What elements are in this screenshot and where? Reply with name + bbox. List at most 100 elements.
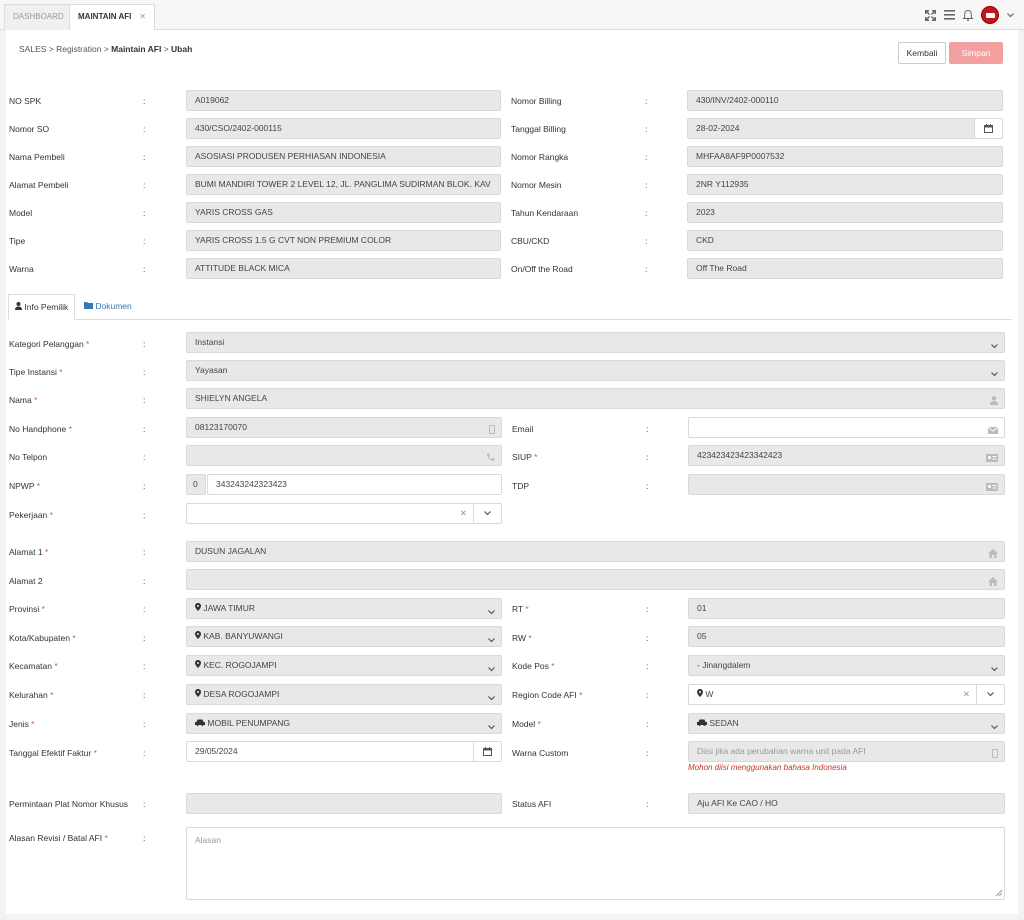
tab-maintain-afi[interactable]: MAINTAIN AFI ✕ bbox=[69, 4, 156, 30]
label-tanggal-billing: Tanggal Billing bbox=[511, 124, 566, 134]
breadcrumb-maintain-afi[interactable]: Maintain AFI bbox=[111, 44, 161, 54]
clear-icon[interactable]: ✕ bbox=[460, 504, 467, 523]
save-button[interactable]: Simpan bbox=[949, 42, 1003, 64]
calendar-icon[interactable] bbox=[473, 742, 501, 761]
nomor-so-field: 430/CSO/2402-000115 bbox=[186, 118, 501, 139]
label-no-telpon: No Telpon bbox=[9, 452, 48, 462]
model-field: YARIS CROSS GAS bbox=[186, 202, 501, 223]
fullscreen-icon[interactable] bbox=[925, 9, 936, 21]
rt-field: 01 bbox=[688, 598, 1005, 619]
top-bar: DASHBOARD MAINTAIN AFI ✕ bbox=[0, 0, 1024, 30]
label-nama: Nama * bbox=[9, 395, 38, 405]
tab-dokumen[interactable]: Dokumen bbox=[78, 294, 138, 320]
label-nomor-rangka: Nomor Rangka bbox=[511, 152, 569, 162]
npwp-field[interactable]: 343243242323423 bbox=[207, 474, 502, 495]
label-kota: Kota/Kabupaten * bbox=[9, 633, 76, 643]
phone-icon bbox=[486, 450, 495, 465]
menu-icon[interactable] bbox=[944, 10, 955, 20]
chevron-down-icon[interactable] bbox=[1007, 12, 1014, 18]
label-rw: RW * bbox=[512, 633, 532, 643]
bell-icon[interactable] bbox=[962, 9, 974, 21]
breadcrumb-sales[interactable]: SALES bbox=[19, 44, 46, 54]
model-select[interactable]: SEDAN bbox=[688, 713, 1005, 734]
main-panel: SALES > Registration > Maintain AFI > Ub… bbox=[6, 30, 1018, 914]
chevron-down-icon bbox=[991, 718, 998, 733]
alamat-pembeli-field: BUMI MANDIRI TOWER 2 LEVEL 12, JL. PANGL… bbox=[186, 174, 501, 195]
chevron-down-icon bbox=[488, 603, 495, 618]
avatar[interactable] bbox=[981, 6, 999, 24]
region-code-select[interactable]: W ✕ bbox=[688, 684, 1005, 705]
user-icon bbox=[15, 302, 22, 312]
jenis-select[interactable]: MOBIL PENUMPANG bbox=[186, 713, 502, 734]
kelurahan-select[interactable]: DESA ROGOJAMPI bbox=[186, 684, 502, 705]
calendar-icon[interactable] bbox=[974, 119, 1002, 138]
tanggal-billing-field: 28-02-2024 bbox=[687, 118, 1003, 139]
label-alamat-pembeli: Alamat Pembeli bbox=[9, 180, 69, 190]
label-alamat-2: Alamat 2 bbox=[9, 576, 43, 586]
label-kategori-pelanggan: Kategori Pelanggan * bbox=[9, 339, 90, 349]
tanggal-efektif-field[interactable]: 29/05/2024 bbox=[186, 741, 502, 762]
chevron-down-icon bbox=[488, 718, 495, 733]
nama-pembeli-field: ASOSIASI PRODUSEN PERHIASAN INDONESIA bbox=[186, 146, 501, 167]
chevron-down-icon bbox=[488, 660, 495, 675]
tipe-instansi-select[interactable]: Yayasan bbox=[186, 360, 1005, 381]
on-off-road-field: Off The Road bbox=[687, 258, 1003, 279]
email-field[interactable] bbox=[688, 417, 1005, 438]
warna-field: ATTITUDE BLACK MICA bbox=[186, 258, 501, 279]
npwp-prefix: 0 bbox=[186, 474, 206, 495]
label-siup: SIUP * bbox=[512, 452, 538, 462]
label-pekerjaan: Pekerjaan * bbox=[9, 510, 53, 520]
home-icon bbox=[988, 546, 998, 561]
tab-info-pemilik[interactable]: Info Pemilik bbox=[8, 294, 76, 320]
tdp-field bbox=[688, 474, 1005, 495]
kode-pos-select[interactable]: - Jinangdalem bbox=[688, 655, 1005, 676]
label-model: Model bbox=[9, 208, 33, 218]
back-button[interactable]: Kembali bbox=[898, 42, 946, 64]
label-no-handphone: No Handphone * bbox=[9, 424, 72, 434]
label-nomor-so: Nomor SO bbox=[9, 124, 50, 134]
label-plat-khusus: Permintaan Plat Nomor Khusus bbox=[9, 799, 129, 809]
chevron-down-icon[interactable] bbox=[976, 685, 1004, 704]
map-marker-icon bbox=[697, 689, 703, 699]
section-tabs: Info Pemilik Dokumen bbox=[8, 292, 1012, 320]
label-status-afi: Status AFI bbox=[512, 799, 552, 809]
pekerjaan-select[interactable]: ✕ bbox=[186, 503, 502, 524]
user-icon bbox=[990, 393, 998, 408]
no-spk-field: A019062 bbox=[186, 90, 501, 111]
breadcrumb-registration[interactable]: Registration bbox=[56, 44, 101, 54]
label-model-form: Model * bbox=[512, 719, 541, 729]
chevron-down-icon[interactable] bbox=[473, 504, 501, 523]
home-icon bbox=[988, 574, 998, 589]
map-marker-icon bbox=[195, 689, 201, 699]
label-provinsi: Provinsi * bbox=[9, 604, 45, 614]
label-warna: Warna bbox=[9, 264, 34, 274]
provinsi-select[interactable]: JAWA TIMUR bbox=[186, 598, 502, 619]
chevron-down-icon bbox=[991, 660, 998, 675]
resize-handle-icon[interactable] bbox=[995, 888, 1003, 898]
close-tab-icon[interactable]: ✕ bbox=[139, 12, 146, 21]
car-icon bbox=[195, 718, 205, 728]
label-kode-pos: Kode Pos * bbox=[512, 661, 555, 671]
mobile-icon bbox=[489, 422, 495, 437]
breadcrumb-ubah: Ubah bbox=[171, 44, 193, 54]
map-marker-icon bbox=[195, 660, 201, 670]
clear-icon[interactable]: ✕ bbox=[963, 685, 970, 704]
plat-khusus-field bbox=[186, 793, 502, 814]
map-marker-icon bbox=[195, 603, 201, 613]
kota-select[interactable]: KAB. BANYUWANGI bbox=[186, 626, 502, 647]
label-no-spk: NO SPK bbox=[9, 96, 42, 106]
label-npwp: NPWP * bbox=[9, 481, 41, 491]
map-marker-icon bbox=[195, 631, 201, 641]
warna-custom-field[interactable]: Diisi jika ada perubahan warna unit pada… bbox=[688, 741, 1005, 762]
chevron-down-icon bbox=[488, 689, 495, 704]
nomor-rangka-field: MHFAA8AF9P0007532 bbox=[687, 146, 1003, 167]
chevron-down-icon bbox=[488, 631, 495, 646]
id-card-icon bbox=[986, 479, 998, 494]
label-rt: RT * bbox=[512, 604, 529, 614]
alasan-textarea[interactable]: Alasan bbox=[186, 827, 1005, 900]
chevron-down-icon bbox=[991, 365, 998, 380]
tab-dashboard[interactable]: DASHBOARD bbox=[4, 4, 73, 30]
alamat-2-field bbox=[186, 569, 1005, 590]
kategori-pelanggan-select[interactable]: Instansi bbox=[186, 332, 1005, 353]
kecamatan-select[interactable]: KEC. ROGOJAMPI bbox=[186, 655, 502, 676]
